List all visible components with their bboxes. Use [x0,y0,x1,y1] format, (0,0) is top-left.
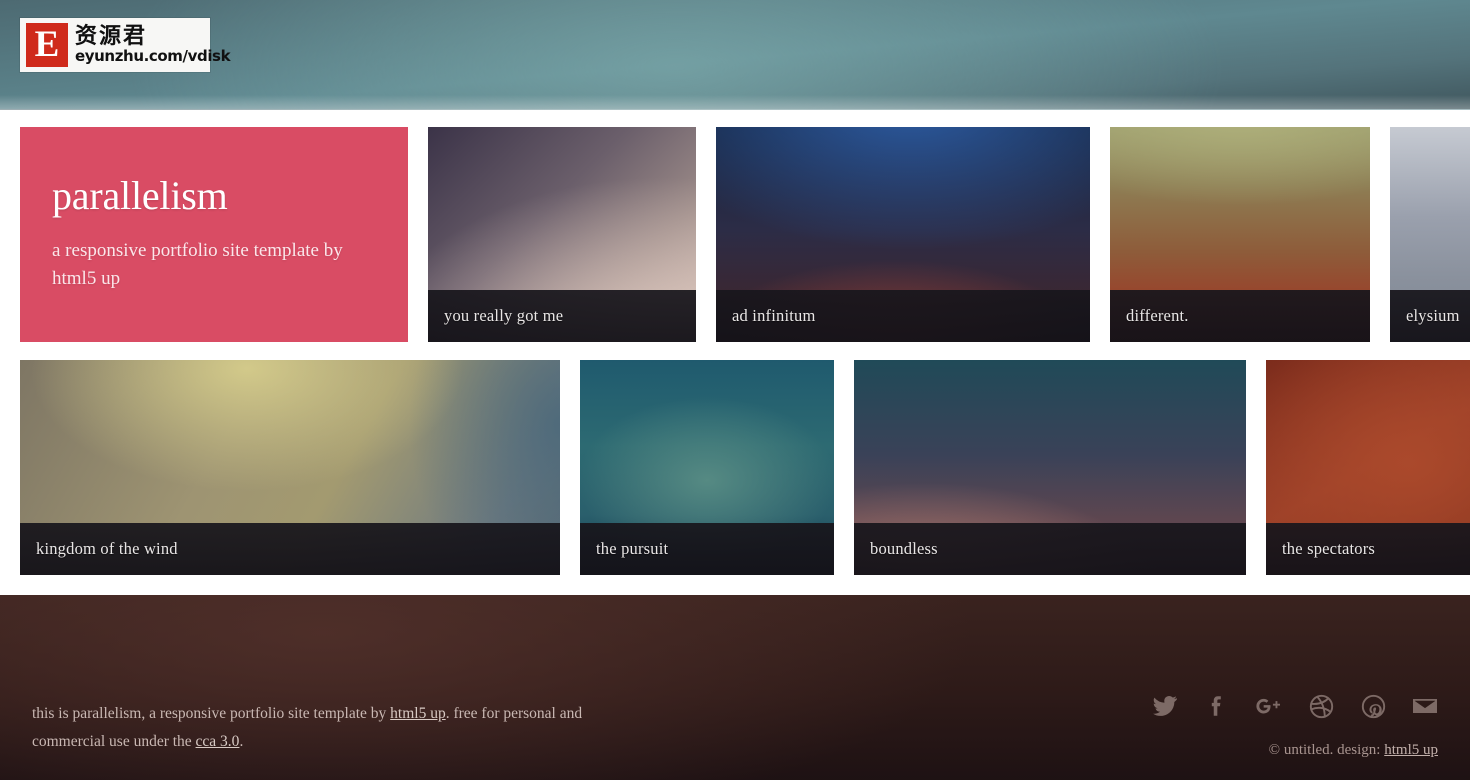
footer-credit-part-1: this is parallelism, a responsive portfo… [32,705,391,722]
intro-banner: parallelism a responsive portfolio site … [20,127,408,342]
gallery-item-kingdom-of-the-wind[interactable]: kingdom of the wind [20,360,560,575]
email-icon[interactable] [1410,691,1440,721]
footer-legal-label: © untitled. design: [1268,742,1385,758]
thumbnail-caption: boundless [854,523,1246,575]
logo-text-block: 资源君 eyunzhu.com/vdisk [75,24,231,65]
facebook-icon[interactable] [1202,691,1232,721]
social-links [1150,691,1440,721]
page-subtitle: a responsive portfolio site template by … [52,240,343,289]
footer-link-html5up-2[interactable]: html5 up [1384,742,1438,758]
gallery-bottom-spacer [0,575,1470,595]
gallery-item-boundless[interactable]: boundless [854,360,1246,575]
gallery-item-different[interactable]: different. [1110,127,1370,342]
google-plus-icon[interactable] [1254,691,1284,721]
gallery: parallelism a responsive portfolio site … [0,110,1470,595]
logo-chinese-name: 资源君 [75,24,148,49]
footer-credit-text: this is parallelism, a responsive portfo… [32,700,632,756]
footer-link-cca30[interactable]: cca 3.0 [196,733,240,750]
gallery-row-2: kingdom of the wind the pursuit boundles… [0,360,1470,575]
thumbnail-caption: the pursuit [580,523,834,575]
logo-url: eyunzhu.com/vdisk [75,47,231,65]
site-header: E 资源君 eyunzhu.com/vdisk [0,0,1470,110]
thumbnail-caption: different. [1110,290,1370,342]
site-footer: this is parallelism, a responsive portfo… [0,595,1470,780]
pinterest-icon[interactable] [1358,691,1388,721]
footer-credit-part-2: . free for personal [445,705,556,722]
gallery-item-the-spectators[interactable]: the spectators [1266,360,1470,575]
gallery-item-elysium[interactable]: elysium [1390,127,1470,342]
footer-link-html5up-1[interactable]: html5 up [390,705,446,722]
logo-letter-mark: E [26,23,68,67]
footer-legal-text: © untitled. design: html5 up [1269,742,1438,759]
intro-banner-inner: parallelism a responsive portfolio site … [20,127,408,342]
page-title: parallelism [52,173,228,218]
thumbnail-caption: elysium [1390,290,1470,342]
gallery-item-ad-infinitum[interactable]: ad infinitum [716,127,1090,342]
dribbble-icon[interactable] [1306,691,1336,721]
gallery-row-1: parallelism a responsive portfolio site … [0,127,1470,342]
thumbnail-caption: kingdom of the wind [20,523,560,575]
footer-credit-part-4: . [239,733,244,750]
thumbnail-caption: you really got me [428,290,696,342]
thumbnail-caption: ad infinitum [716,290,1090,342]
thumbnail-caption: the spectators [1266,523,1470,575]
watermark-logo: E 资源君 eyunzhu.com/vdisk [20,18,231,72]
gallery-item-you-really-got-me[interactable]: you really got me [428,127,696,342]
twitter-icon[interactable] [1150,691,1180,721]
gallery-item-the-pursuit[interactable]: the pursuit [580,360,834,575]
